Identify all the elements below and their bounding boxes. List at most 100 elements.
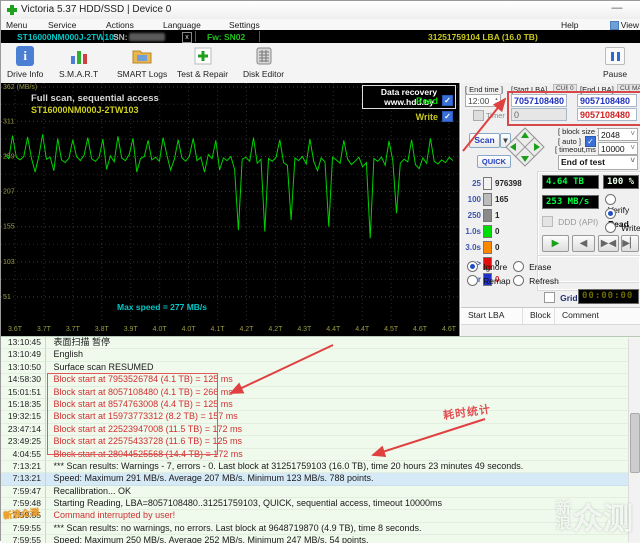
pause-icon bbox=[604, 45, 626, 67]
firmware: Fw: SN02 bbox=[207, 32, 246, 42]
log-row: 7:59:55 Command interrupted by user! bbox=[1, 510, 640, 523]
svg-text:51: 51 bbox=[3, 294, 11, 301]
log-row: 13:10:49 English bbox=[1, 349, 640, 362]
quick-button[interactable]: QUICK bbox=[477, 155, 511, 168]
timer-label: Timer bbox=[486, 111, 505, 120]
svg-text:4.4T: 4.4T bbox=[326, 326, 341, 333]
timeout-combo[interactable]: 10000 bbox=[598, 142, 638, 155]
svg-text:4.2T: 4.2T bbox=[268, 326, 283, 333]
menu-item-view[interactable]: View bbox=[609, 20, 639, 30]
disk-editor-icon bbox=[253, 45, 275, 67]
svg-text:4.0T: 4.0T bbox=[153, 326, 168, 333]
write-radio[interactable]: Write bbox=[605, 222, 640, 233]
info-icon: i bbox=[14, 45, 36, 67]
grid-checkbox[interactable]: Grid bbox=[544, 292, 578, 303]
menu-item[interactable]: Settings bbox=[229, 20, 260, 30]
svg-text:4.1T: 4.1T bbox=[211, 326, 226, 333]
timer-checkbox[interactable] bbox=[473, 110, 484, 121]
defect-table-header: Start LBA Block Comment bbox=[461, 307, 640, 325]
end-of-test-combo[interactable]: End of test bbox=[558, 155, 638, 170]
write-legend: Write ✓ bbox=[416, 111, 453, 122]
svg-text:4.4T: 4.4T bbox=[355, 326, 370, 333]
action-radio[interactable]: Remap bbox=[467, 275, 511, 286]
scrollbar-thumb[interactable] bbox=[630, 413, 640, 473]
serial-redacted bbox=[129, 33, 165, 41]
svg-text:311: 311 bbox=[3, 118, 14, 125]
log-row: 7:59:48 Starting Reading, LBA=8057108480… bbox=[1, 498, 640, 511]
svg-text:4.6T: 4.6T bbox=[442, 326, 457, 333]
scan-graph: 362 (MB/s) 311 259 207 155 103 51 3.6T 3.7T 3.7T 3… bbox=[1, 83, 460, 351]
end-time-spinner[interactable]: 12:00 bbox=[465, 94, 501, 107]
log-row: 7:59:47 Recallibration... OK bbox=[1, 486, 640, 499]
stat-block-icon bbox=[483, 224, 492, 238]
graph-title: Full scan, sequential access bbox=[31, 93, 159, 104]
read-legend: Read ✓ bbox=[416, 95, 453, 106]
percent-lcd: 100 % bbox=[603, 175, 639, 189]
smart-bars-icon bbox=[68, 45, 90, 67]
warning-rows-highlight-box bbox=[47, 373, 218, 455]
transport-button[interactable]: ◀ bbox=[572, 235, 595, 252]
svg-text:4.5T: 4.5T bbox=[384, 326, 399, 333]
menu-item[interactable]: Actions bbox=[106, 20, 134, 30]
folder-icon bbox=[131, 45, 153, 67]
smart-button[interactable]: S.M.A.R.T bbox=[55, 45, 102, 81]
app-green-cross-icon bbox=[7, 5, 17, 15]
write-checkbox[interactable]: ✓ bbox=[442, 111, 453, 122]
svg-text:3.8T: 3.8T bbox=[95, 326, 110, 333]
svg-text:3.9T: 3.9T bbox=[124, 326, 139, 333]
max-speed-note: Max speed = 277 MB/s bbox=[117, 302, 208, 312]
read-checkbox[interactable]: ✓ bbox=[442, 95, 453, 106]
pause-button[interactable]: Pause bbox=[599, 45, 631, 81]
disk-editor-button[interactable]: Disk Editor bbox=[239, 45, 288, 81]
menu-item[interactable]: Language bbox=[163, 20, 201, 30]
block-size-label: [ block size ] bbox=[558, 127, 600, 136]
stat-block-icon bbox=[483, 192, 492, 206]
ddd-api-checkbox[interactable]: DDD (API) bbox=[542, 216, 598, 227]
transport-button[interactable]: ▶ bbox=[542, 235, 569, 252]
svg-text:3.7T: 3.7T bbox=[66, 326, 81, 333]
transport-button[interactable]: ▶▏ bbox=[621, 235, 639, 252]
col-block[interactable]: Block bbox=[523, 308, 555, 324]
seek-diamond-control[interactable] bbox=[505, 127, 545, 167]
log-column-divider bbox=[45, 337, 46, 543]
svg-text:4.3T: 4.3T bbox=[297, 326, 312, 333]
log-row: 7:59:55 *** Scan results: no warnings, n… bbox=[1, 523, 640, 536]
stat-row: 1.0s 0 bbox=[465, 224, 500, 238]
transport-button[interactable]: ▶◀ bbox=[598, 235, 619, 252]
timer-lcd: 00:00:00 bbox=[578, 289, 639, 304]
log-row: 7:13:21 *** Scan results: Warnings - 7, … bbox=[1, 461, 640, 474]
menu-item[interactable]: Service bbox=[48, 20, 76, 30]
action-radio[interactable]: Erase bbox=[513, 261, 551, 272]
minimize-button[interactable]: — bbox=[606, 3, 628, 16]
control-panel: [ End time ] [Start LBA] CUR 0 [End LBA]… bbox=[460, 83, 640, 336]
timeout-label: [ timeout,ms ] bbox=[555, 145, 601, 154]
sn-close-icon[interactable]: x bbox=[182, 32, 192, 43]
lba-highlight-rectangle bbox=[507, 91, 640, 126]
stat-row: 250 1 bbox=[467, 208, 500, 222]
action-radio[interactable]: Refresh bbox=[513, 275, 559, 286]
col-comment[interactable]: Comment bbox=[555, 308, 640, 324]
stat-row: 3.0s 0 bbox=[465, 240, 500, 254]
svg-text:3.6T: 3.6T bbox=[8, 326, 23, 333]
sn-label: SN: bbox=[113, 32, 128, 42]
stat-row: 25 976398 bbox=[472, 176, 522, 190]
event-log[interactable]: 13:10:45 表面扫描 暂停 13:10:49 English 13:10:… bbox=[1, 336, 640, 543]
drive-info-button[interactable]: i Drive Info bbox=[3, 45, 47, 81]
svg-text:207: 207 bbox=[3, 189, 15, 196]
test-repair-button[interactable]: Test & Repair bbox=[173, 45, 232, 81]
menu-item[interactable]: Menu bbox=[6, 20, 27, 30]
window-title: Victoria 5.37 HDD/SSD | Device 0 bbox=[21, 4, 172, 15]
smart-logs-button[interactable]: SMART Logs bbox=[113, 45, 171, 81]
menu-item[interactable]: Help bbox=[561, 20, 578, 30]
action-radio[interactable]: Ignore bbox=[467, 261, 507, 272]
green-cross-icon bbox=[192, 45, 214, 67]
title-bar: Victoria 5.37 HDD/SSD | Device 0 — bbox=[1, 1, 640, 20]
site-watermark: 新 浪 众测 bbox=[555, 500, 633, 536]
view-icon bbox=[609, 20, 619, 30]
scan-button[interactable]: Scan bbox=[469, 133, 500, 148]
col-start-lba[interactable]: Start LBA bbox=[461, 308, 523, 324]
svg-text:362 (MB/s): 362 (MB/s) bbox=[3, 84, 37, 91]
block-size-combo[interactable]: 2048 bbox=[598, 128, 638, 141]
size-lcd: 4.64 TB bbox=[542, 175, 599, 189]
victoria-window: Victoria 5.37 HDD/SSD | Device 0 — Menu … bbox=[0, 0, 640, 543]
